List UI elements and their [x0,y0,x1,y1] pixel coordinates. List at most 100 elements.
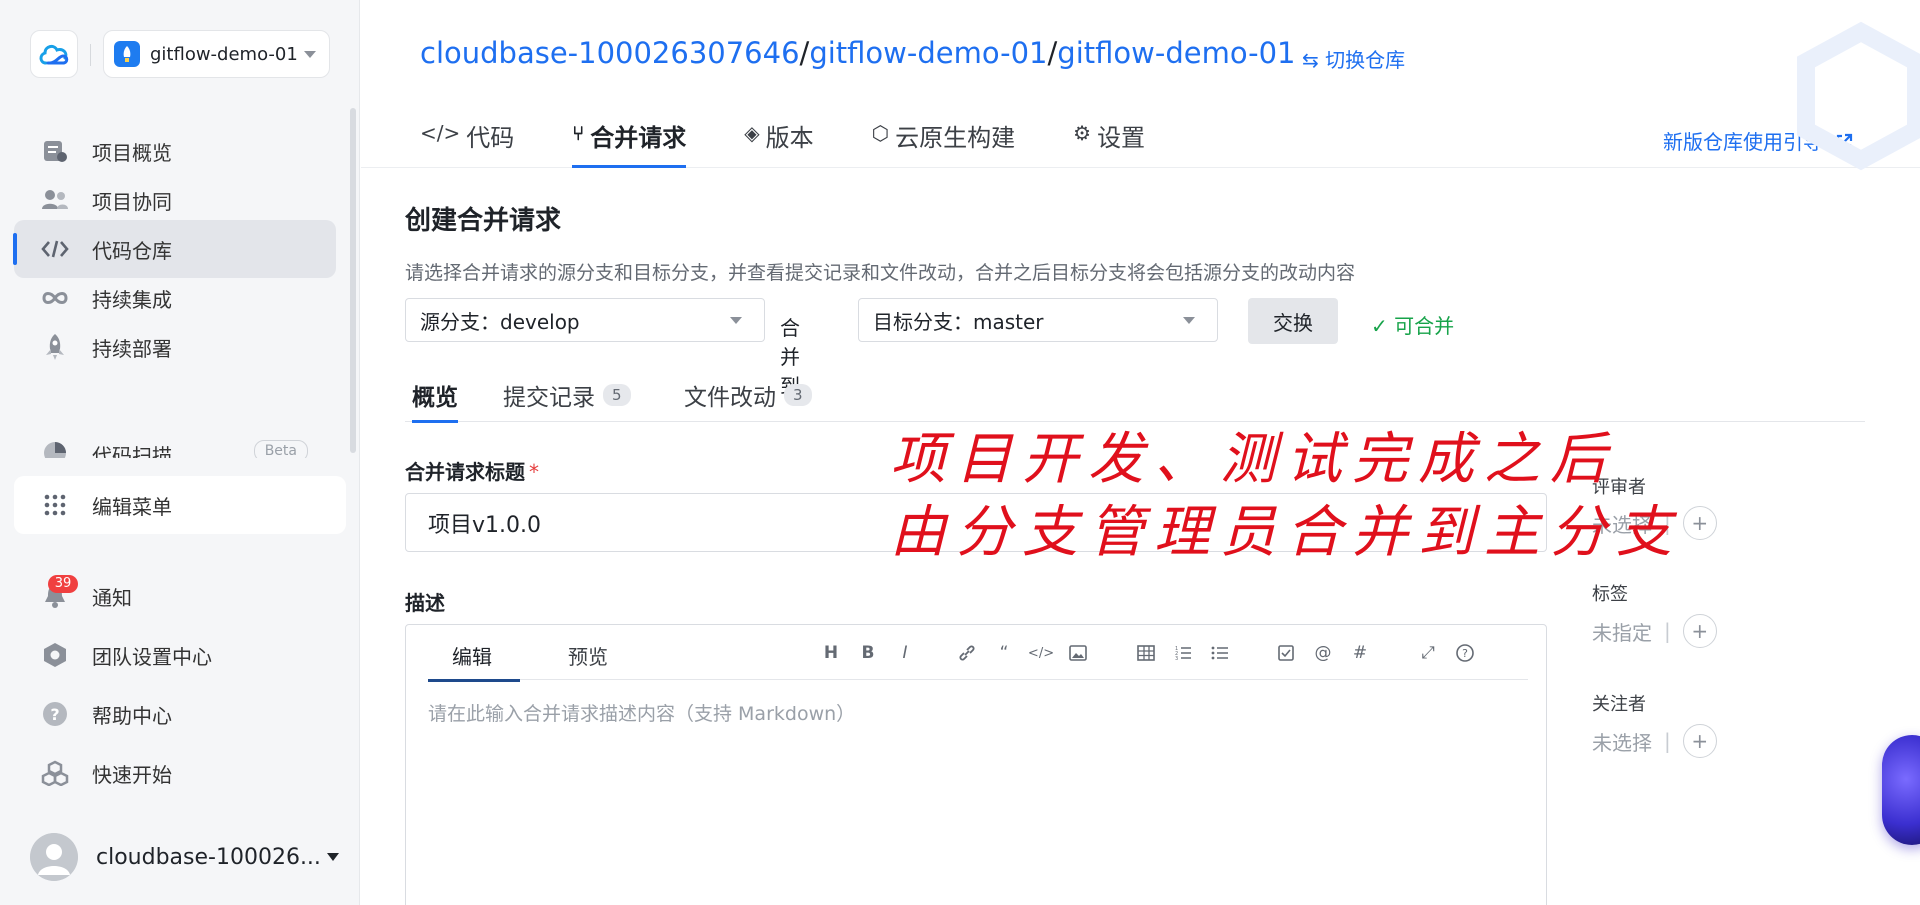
svg-text:3: 3 [1175,656,1178,661]
required-mark: * [529,460,539,484]
add-watcher-button[interactable]: + [1682,724,1717,758]
target-branch-value: 目标分支：master [873,309,1044,334]
breadcrumb-repo[interactable]: gitflow-demo-01 [1057,36,1295,70]
tags-field[interactable]: 未指定 | + [1592,614,1717,648]
tab-merge-requests[interactable]: ⑂ 合并请求 [572,118,687,168]
help-icon[interactable]: ? [1453,641,1477,665]
hashtag-icon[interactable]: # [1348,641,1372,665]
sidebar: gitflow-demo-01 项目概览 项目协同 代码仓库 持续集成 持续部署… [0,0,360,905]
breadcrumb-org[interactable]: cloudbase-100026307646 [420,36,800,70]
code-block-icon[interactable]: </> [1028,641,1054,665]
editor-tabs: 编辑 预览 H B I “ </> 123 @ # ⤢ ? [428,625,1528,682]
switch-repo-link[interactable]: ⇆ 切换仓库 [1302,44,1405,73]
tab-commits[interactable]: 提交记录 5 [503,376,631,414]
sidebar-item-help[interactable]: ? 帮助中心 [14,685,336,743]
sidebar-item-label: 持续集成 [92,287,172,312]
fullscreen-icon[interactable]: ⤢ [1416,641,1440,665]
code-icon [40,234,70,264]
commit-count-badge: 5 [603,384,631,406]
cubes-icon [40,758,70,788]
ordered-list-icon[interactable]: 123 [1171,641,1195,665]
gear-icon: ⚙ [1073,121,1092,145]
user-name: cloudbase-100026... [96,844,321,870]
add-tag-button[interactable]: + [1682,614,1717,648]
tab-settings[interactable]: ⚙ 设置 [1073,118,1145,168]
tab-label: 合并请求 [590,124,687,152]
assistant-bot-icon[interactable] [1882,735,1920,845]
sidebar-item-code-scan[interactable]: 代码扫描 Beta [14,430,336,458]
overview-icon [40,136,70,166]
title-field-label: 合并请求标题 * [405,456,539,485]
main-area: cloudbase-100026307646/gitflow-demo-01/g… [361,0,1920,905]
tab-releases[interactable]: ◈ 版本 [744,118,813,168]
tab-file-changes[interactable]: 文件改动 3 [684,376,812,414]
title-input-value: 项目v1.0.0 [428,512,541,538]
repo-tabs: </> 代码 ⑂ 合并请求 ◈ 版本 ⬡ 云原生构建 ⚙ 设置 [420,118,1203,168]
cloud-logo-icon [39,44,69,65]
watchers-field[interactable]: 未选择 | + [1592,724,1717,758]
logo-separator [90,44,91,66]
description-placeholder: 请在此输入合并请求描述内容（支持 Markdown） [428,703,856,725]
mention-icon[interactable]: @ [1311,641,1335,665]
swap-button[interactable]: 交换 [1248,298,1338,344]
tab-label: 概览 [412,385,458,411]
breadcrumb-group[interactable]: gitflow-demo-01 [809,36,1047,70]
repo-selector[interactable]: gitflow-demo-01 [103,30,330,78]
tab-label: 代码 [466,124,515,152]
sidebar-item-label: 快速开始 [92,762,172,787]
checkbox-icon[interactable] [1274,641,1298,665]
watchers-value: 未选择 [1592,730,1652,755]
quote-icon[interactable]: “ [992,641,1016,665]
sidebar-item-quick-start[interactable]: 快速开始 [14,744,336,802]
tab-code[interactable]: </> 代码 [420,118,514,168]
annotation-line-2: 由分支管理员合并到主分支 [890,500,1682,565]
edit-menu-label: 编辑菜单 [92,494,172,519]
tab-label: 设置 [1097,124,1146,152]
repo-icon [114,41,140,67]
tab-cloud-build[interactable]: ⬡ 云原生构建 [872,118,1015,168]
rocket-icon [40,332,70,362]
sidebar-item-cd[interactable]: 持续部署 [14,318,336,376]
sidebar-item-label: 帮助中心 [92,703,172,728]
sidebar-scrollbar[interactable] [350,108,356,453]
edit-menu-button[interactable]: 编辑菜单 [14,476,346,534]
link-icon[interactable] [955,641,979,665]
source-branch-value: 源分支：develop [420,309,580,334]
tags-label: 标签 [1592,584,1628,605]
add-reviewer-button[interactable]: + [1682,506,1717,540]
image-icon[interactable] [1066,641,1090,665]
notification-count-badge: 39 [48,575,78,593]
beta-badge: Beta [253,440,308,458]
description-field-label: 描述 [405,591,445,615]
source-branch-select[interactable]: 源分支：develop [405,298,765,342]
bold-icon[interactable]: B [856,641,880,665]
grid-dots-icon [40,490,70,520]
tab-label: 文件改动 [684,385,776,411]
markdown-editor[interactable]: 编辑 预览 H B I “ </> 123 @ # ⤢ ? 请在此输入合并请求描… [405,624,1547,905]
sidebar-item-label: 项目协同 [92,189,172,214]
italic-icon[interactable]: I [893,641,917,665]
sidebar-item-team-settings[interactable]: 团队设置中心 [14,626,336,684]
user-menu[interactable]: cloudbase-100026... [30,832,340,882]
repo-header: cloudbase-100026307646/gitflow-demo-01/g… [361,0,1920,171]
heading-icon[interactable]: H [819,641,843,665]
decorative-hex-watermark [1797,21,1920,171]
table-icon[interactable] [1134,641,1158,665]
build-icon: ⬡ [871,121,890,145]
cloudbase-logo[interactable] [30,30,78,78]
help-icon: ? [40,699,70,729]
target-branch-select[interactable]: 目标分支：master [858,298,1218,342]
tab-label: 版本 [765,124,814,152]
gear-hex-icon [40,640,70,670]
editor-tab-edit[interactable]: 编辑 [428,641,520,682]
file-count-badge: 3 [784,384,812,406]
tab-label: 云原生构建 [895,124,1016,152]
code-icon: </> [420,121,461,145]
editor-tab-preview[interactable]: 预览 [568,641,608,670]
sidebar-item-label: 代码扫描 [92,444,172,458]
merge-icon: ⑂ [572,121,585,145]
page-description: 请选择合并请求的源分支和目标分支，并查看提交记录和文件改动，合并之后目标分支将会… [405,262,1356,284]
tab-overview[interactable]: 概览 [412,376,458,423]
bullet-list-icon[interactable] [1208,641,1232,665]
people-icon [40,185,70,215]
